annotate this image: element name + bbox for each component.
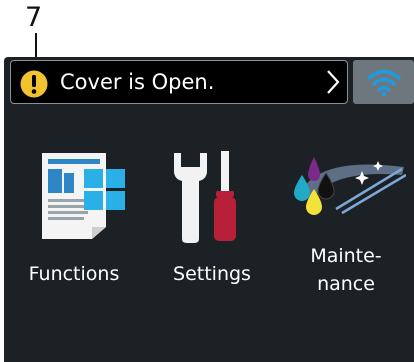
settings-label: Settings — [173, 263, 251, 285]
wifi-button[interactable] — [353, 60, 414, 104]
settings-icon — [174, 151, 236, 243]
maintenance-label-line2: nance — [317, 273, 375, 295]
warning-icon — [20, 70, 48, 98]
functions-label: Functions — [28, 263, 120, 285]
maintenance-button[interactable]: Mainte- nance — [286, 147, 406, 307]
settings-button[interactable]: Settings — [152, 147, 272, 307]
chevron-right-icon — [327, 70, 340, 94]
touchscreen: Cover is Open. Functions Settings Mainte… — [4, 57, 414, 362]
callout-number: 7 — [25, 2, 43, 33]
status-message-bar[interactable]: Cover is Open. — [10, 60, 348, 104]
status-message: Cover is Open. — [60, 70, 215, 94]
functions-button[interactable]: Functions — [14, 147, 134, 307]
maintenance-icon — [294, 157, 406, 215]
functions-icon — [42, 153, 125, 239]
wifi-icon — [367, 69, 401, 97]
maintenance-label-line1: Mainte- — [310, 245, 382, 267]
